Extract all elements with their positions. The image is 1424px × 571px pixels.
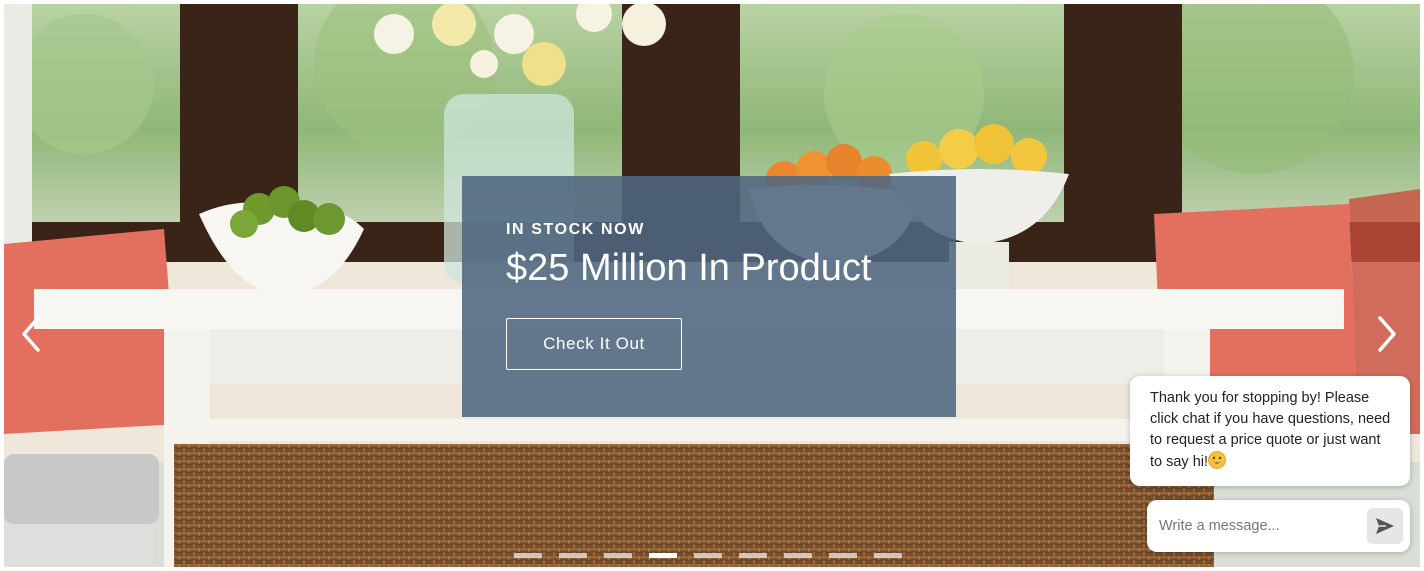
chat-greeting-text: Thank you for stopping by! Please click … bbox=[1150, 390, 1391, 470]
carousel-prev-button[interactable] bbox=[12, 310, 52, 358]
carousel-dot[interactable] bbox=[559, 553, 587, 558]
carousel-dot[interactable] bbox=[694, 553, 722, 558]
promo-panel: IN STOCK NOW $25 Million In Product Chec… bbox=[462, 176, 956, 417]
carousel-dot[interactable] bbox=[829, 553, 857, 558]
chat-message-input[interactable] bbox=[1159, 514, 1359, 538]
send-message-button[interactable] bbox=[1367, 508, 1403, 544]
wicker-basket bbox=[174, 444, 1214, 567]
carousel-dot[interactable] bbox=[784, 553, 812, 558]
promo-headline: $25 Million In Product bbox=[506, 247, 872, 289]
carousel-dot[interactable] bbox=[649, 553, 677, 558]
carousel-next-button[interactable] bbox=[1366, 310, 1406, 358]
chevron-left-icon bbox=[22, 316, 40, 352]
grinning-face-emoji-icon bbox=[1208, 451, 1226, 469]
chat-composer bbox=[1147, 500, 1410, 552]
carousel-dot[interactable] bbox=[604, 553, 632, 558]
promo-eyebrow: IN STOCK NOW bbox=[506, 221, 645, 238]
carousel-dot[interactable] bbox=[874, 553, 902, 558]
send-icon bbox=[1376, 518, 1394, 534]
check-it-out-button[interactable]: Check It Out bbox=[506, 318, 682, 370]
carousel-dot[interactable] bbox=[739, 553, 767, 558]
carousel-dot[interactable] bbox=[514, 553, 542, 558]
carousel-pagination bbox=[514, 553, 902, 559]
chat-greeting-bubble: Thank you for stopping by! Please click … bbox=[1130, 376, 1410, 486]
chevron-right-icon bbox=[1378, 316, 1396, 352]
stool bbox=[4, 454, 159, 524]
